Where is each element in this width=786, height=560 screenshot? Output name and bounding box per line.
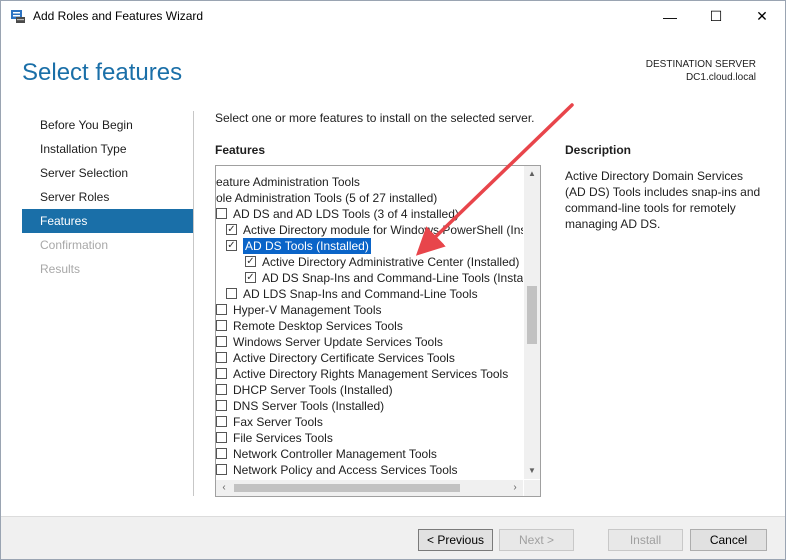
feature-tree-item[interactable]: Active Directory Certificate Services To… [216, 350, 523, 366]
features-tree-content: eature Administration Tools ole Administr… [216, 166, 523, 479]
destination-label: DESTINATION SERVER [645, 59, 756, 70]
previous-button[interactable]: < Previous [418, 529, 493, 551]
feature-checkbox[interactable] [226, 224, 237, 235]
nav-item-results: Results [40, 262, 81, 276]
feature-checkbox[interactable] [216, 352, 227, 363]
scroll-left-icon[interactable]: ‹ [216, 480, 232, 496]
nav-item-confirmation: Confirmation [40, 238, 109, 252]
feature-checkbox[interactable] [216, 304, 227, 315]
feature-checkbox[interactable] [245, 272, 256, 283]
feature-tree-item[interactable]: Active Directory module for Windows Powe… [216, 222, 523, 238]
feature-tree-item[interactable]: Active Directory Administrative Center (… [216, 254, 523, 270]
feature-label: Network Policy and Access Services Tools [233, 463, 458, 477]
feature-tree-item[interactable]: Network Controller Management Tools [216, 446, 523, 462]
feature-checkbox[interactable] [216, 448, 227, 459]
feature-tree-item[interactable]: eature Administration Tools [216, 174, 523, 190]
feature-tree-item[interactable]: Windows Server Update Services Tools [216, 334, 523, 350]
feature-label: eature Administration Tools [216, 175, 360, 189]
feature-tree-item[interactable]: Network Policy and Access Services Tools [216, 462, 523, 478]
feature-tree-item[interactable]: Hyper-V Management Tools [216, 302, 523, 318]
feature-tree-item[interactable]: Fax Server Tools [216, 414, 523, 430]
scrollbar-corner [524, 480, 540, 496]
features-heading: Features [215, 143, 266, 157]
close-button[interactable]: ✕ [739, 1, 785, 32]
feature-label: Active Directory Administrative Center (… [262, 255, 520, 269]
feature-checkbox[interactable] [216, 464, 227, 475]
feature-tree-item[interactable]: DNS Server Tools (Installed) [216, 398, 523, 414]
close-icon: ✕ [756, 8, 768, 24]
page-title: Select features [22, 59, 183, 86]
nav-item-server-selection[interactable]: Server Selection [22, 161, 193, 185]
feature-label: DHCP Server Tools (Installed) [233, 383, 393, 397]
window-title: Add Roles and Features Wizard [33, 9, 204, 23]
feature-label: DNS Server Tools (Installed) [233, 399, 385, 413]
wizard-nav: Before You Begin Installation Type Serve… [22, 113, 193, 281]
feature-tree-item[interactable]: AD LDS Snap-Ins and Command-Line Tools [216, 286, 523, 302]
feature-checkbox[interactable] [216, 208, 227, 219]
feature-label: Remote Desktop Services Tools [233, 319, 403, 333]
server-manager-icon [11, 10, 25, 23]
title-bar: Add Roles and Features Wizard — ☐ ✕ [1, 1, 785, 32]
maximize-icon: ☐ [709, 8, 723, 24]
feature-label: AD DS Snap-Ins and Command-Line Tools (I… [262, 271, 523, 285]
nav-item-before-you-begin[interactable]: Before You Begin [22, 113, 193, 137]
feature-label: Hyper-V Management Tools [233, 303, 382, 317]
nav-item-installation-type[interactable]: Installation Type [22, 137, 193, 161]
feature-checkbox[interactable] [226, 240, 237, 251]
vertical-scrollbar[interactable]: ▲ ▼ [524, 166, 540, 479]
feature-label: AD DS Tools (Installed) [243, 238, 371, 254]
destination-server: DESTINATION SERVER DC1.cloud.local [646, 58, 756, 84]
feature-label: Fax Server Tools [233, 415, 323, 429]
scroll-right-icon[interactable]: › [507, 480, 523, 496]
nav-divider [193, 111, 194, 496]
nav-item-features[interactable]: Features [22, 209, 193, 233]
feature-label: ole Administration Tools (5 of 27 instal… [216, 191, 438, 205]
install-button[interactable]: Install [608, 529, 683, 551]
minimize-button[interactable]: — [647, 1, 693, 32]
feature-checkbox[interactable] [245, 256, 256, 267]
feature-label: Network Controller Management Tools [233, 447, 437, 461]
feature-checkbox[interactable] [216, 400, 227, 411]
feature-label: AD LDS Snap-Ins and Command-Line Tools [243, 287, 478, 301]
feature-tree-item[interactable]: Active Directory Rights Management Servi… [216, 366, 523, 382]
features-tree[interactable]: eature Administration Tools ole Administr… [215, 165, 541, 497]
feature-tree-item[interactable]: AD DS Tools (Installed) [216, 238, 523, 254]
feature-checkbox[interactable] [216, 384, 227, 395]
feature-checkbox[interactable] [216, 432, 227, 443]
feature-tree-item[interactable]: AD DS and AD LDS Tools (3 of 4 installed… [216, 206, 523, 222]
feature-label: Active Directory Certificate Services To… [233, 351, 455, 365]
cancel-button[interactable]: Cancel [690, 529, 767, 551]
destination-server-name: DC1.cloud.local [685, 72, 756, 83]
wizard-header: Select features DESTINATION SERVER DC1.c… [1, 32, 785, 104]
feature-label: Windows Server Update Services Tools [233, 335, 443, 349]
maximize-button[interactable]: ☐ [693, 1, 739, 32]
description-heading: Description [565, 143, 632, 157]
horizontal-scroll-thumb[interactable] [234, 484, 460, 492]
scroll-down-icon[interactable]: ▼ [524, 463, 540, 479]
feature-label: Active Directory module for Windows Powe… [243, 223, 523, 237]
feature-checkbox[interactable] [216, 320, 227, 331]
scroll-up-icon[interactable]: ▲ [524, 166, 540, 182]
feature-checkbox[interactable] [216, 336, 227, 347]
feature-tree-item[interactable]: Remote Desktop Services Tools [216, 318, 523, 334]
nav-item-server-roles[interactable]: Server Roles [22, 185, 193, 209]
instruction-text: Select one or more features to install o… [215, 111, 535, 125]
feature-tree-item[interactable]: DHCP Server Tools (Installed) [216, 382, 523, 398]
feature-tree-item[interactable]: ole Administration Tools (5 of 27 instal… [216, 190, 523, 206]
feature-checkbox[interactable] [216, 416, 227, 427]
feature-label: Active Directory Rights Management Servi… [233, 367, 509, 381]
description-text: Active Directory Domain Services (AD DS)… [565, 169, 761, 231]
feature-checkbox[interactable] [226, 288, 237, 299]
feature-tree-item[interactable]: File Services Tools [216, 430, 523, 446]
vertical-scroll-thumb[interactable] [527, 286, 537, 344]
feature-label: AD DS and AD LDS Tools (3 of 4 installed… [233, 207, 459, 221]
wizard-footer: < Previous Next > Install Cancel [1, 516, 785, 559]
feature-tree-item[interactable]: AD DS Snap-Ins and Command-Line Tools (I… [216, 270, 523, 286]
horizontal-scrollbar[interactable]: ‹ › [216, 480, 523, 496]
minimize-icon: — [663, 8, 677, 25]
feature-label: File Services Tools [233, 431, 333, 445]
next-button[interactable]: Next > [499, 529, 574, 551]
feature-checkbox[interactable] [216, 368, 227, 379]
wizard-window: Add Roles and Features Wizard — ☐ ✕ Sele… [0, 0, 786, 560]
